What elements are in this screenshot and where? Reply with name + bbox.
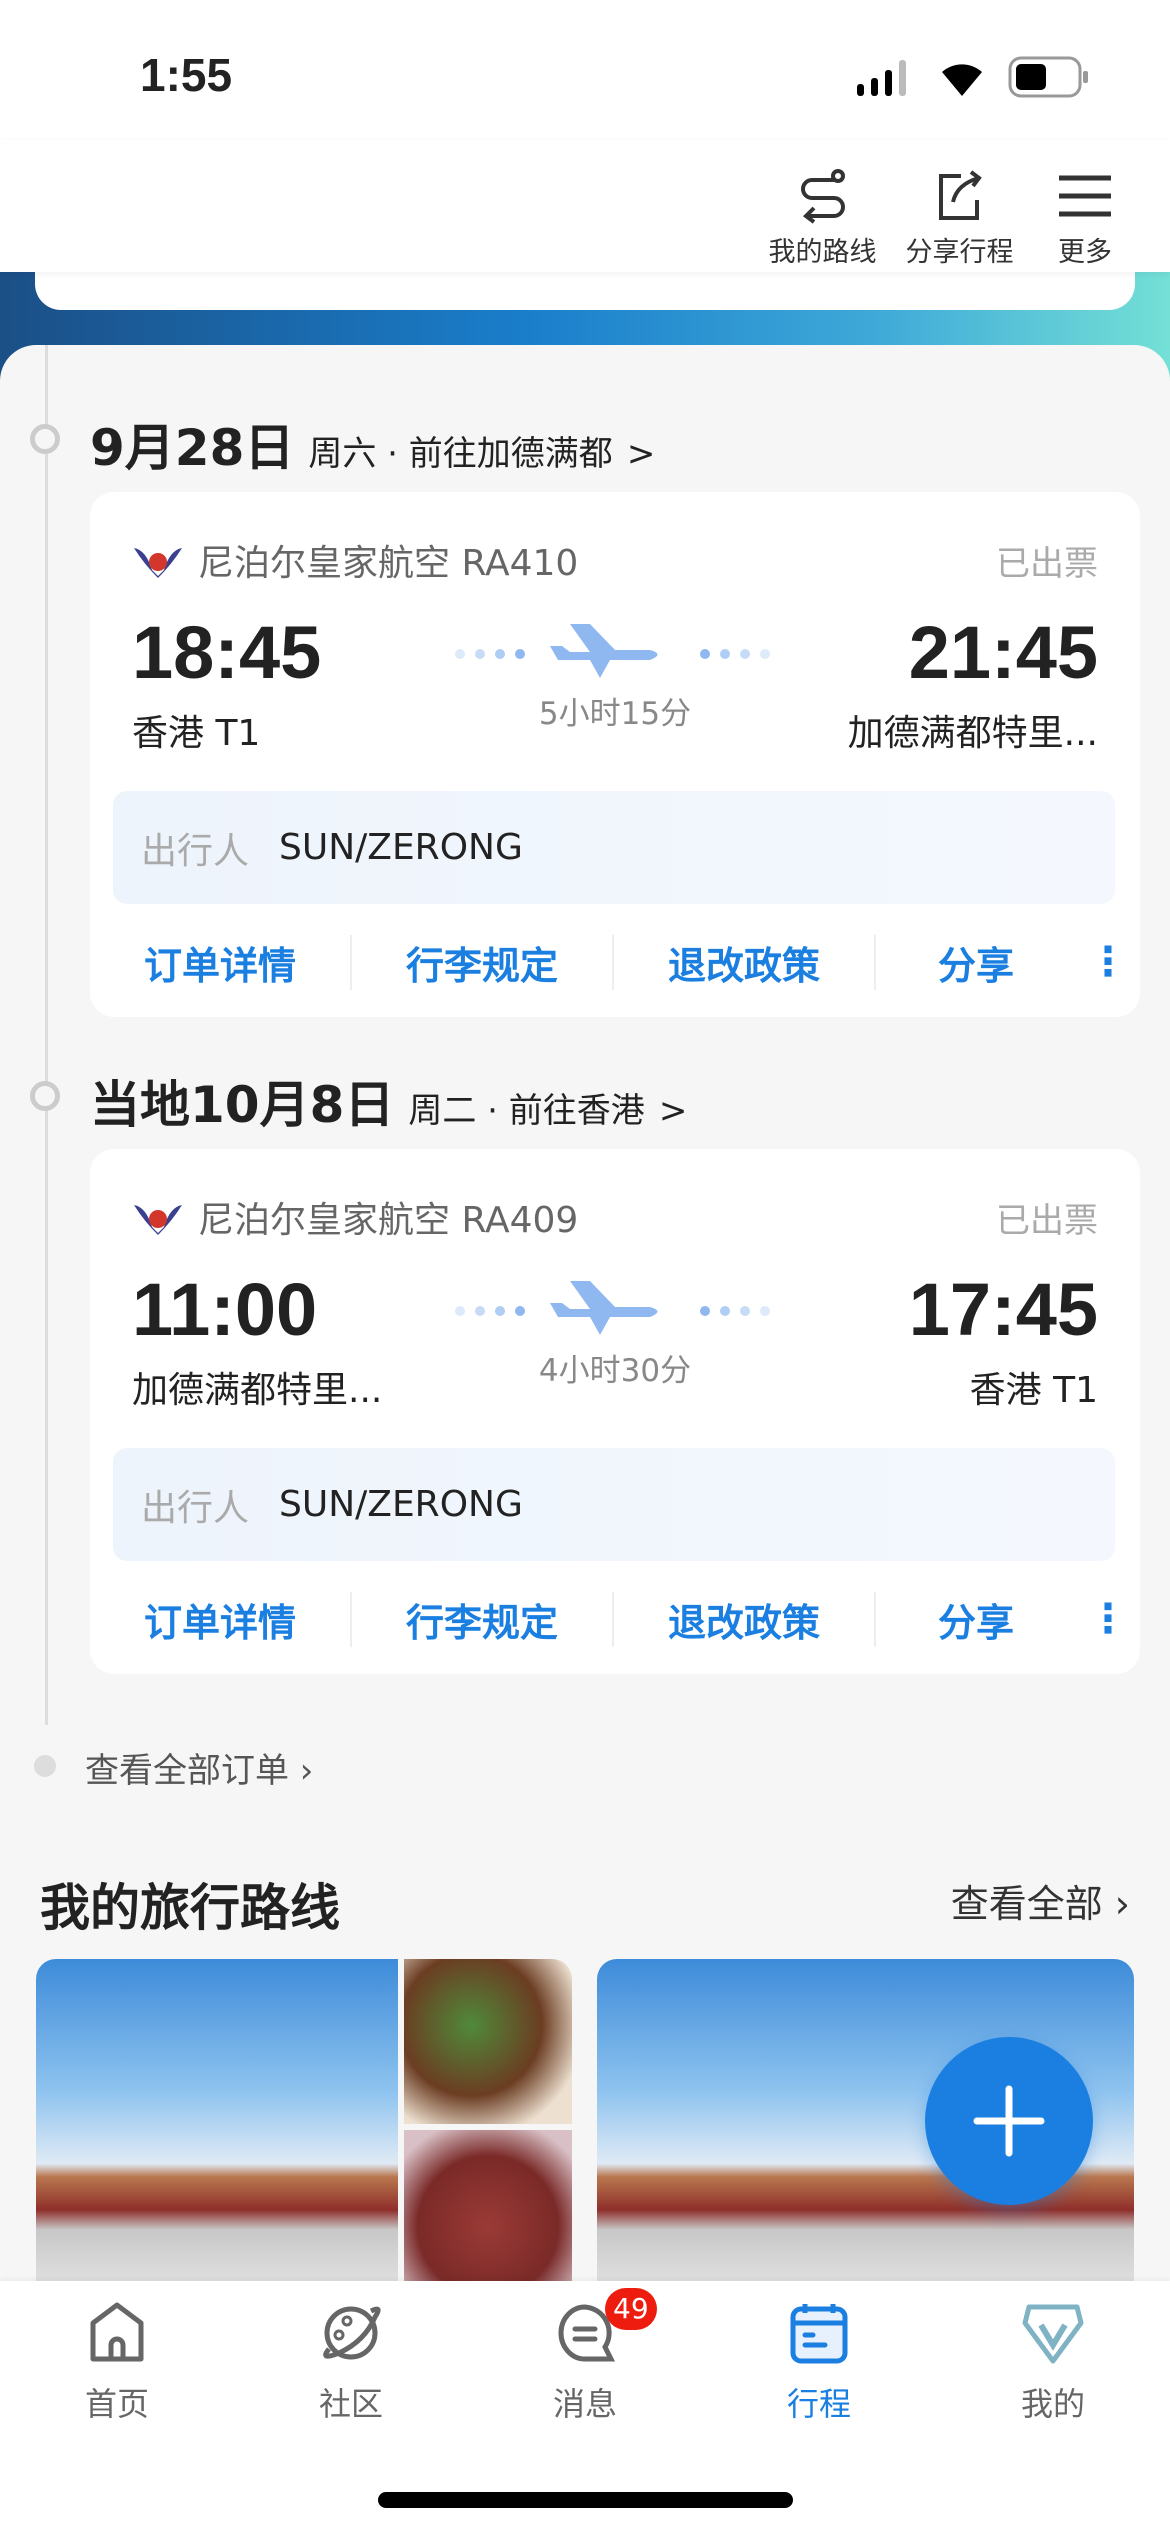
signal-icon xyxy=(855,58,915,98)
more-options-icon[interactable]: ⋮ xyxy=(1076,1596,1140,1642)
share-icon xyxy=(935,168,985,224)
flight-duration: 4小时30分 xyxy=(90,1345,1140,1390)
route-image-food[interactable] xyxy=(404,2130,572,2290)
route-image-temple[interactable] xyxy=(36,1959,398,2289)
share-button[interactable]: 分享 xyxy=(876,1592,1076,1647)
tab-home[interactable]: 首页 xyxy=(0,2301,234,2425)
timeline-dot xyxy=(30,1081,60,1111)
diamond-icon xyxy=(1021,2301,1085,2365)
flight-card[interactable]: 尼泊尔皇家航空 RA409 已出票 11:00 17:45 加德满都特里... … xyxy=(90,1149,1140,1674)
route-image-food[interactable] xyxy=(404,1959,572,2124)
arrival-time: 17:45 xyxy=(909,1267,1098,1352)
tab-profile[interactable]: 我的 xyxy=(936,2301,1170,2425)
top-nav: 我的路线 分享行程 更多 xyxy=(0,140,1170,272)
refund-policy-button[interactable]: 退改政策 xyxy=(614,935,876,990)
route-icon xyxy=(798,168,848,224)
ticket-status: 已出票 xyxy=(996,536,1098,585)
share-button[interactable]: 分享 xyxy=(876,935,1076,990)
status-time: 1:55 xyxy=(140,48,232,102)
plane-icon xyxy=(450,622,780,682)
tab-community[interactable]: 社区 xyxy=(234,2301,468,2425)
plus-icon xyxy=(925,2037,1093,2205)
wifi-icon xyxy=(940,58,984,98)
departure-time: 18:45 xyxy=(132,610,321,695)
ticket-status: 已出票 xyxy=(996,1193,1098,1242)
airline-logo-icon xyxy=(132,540,184,580)
home-icon xyxy=(87,2301,147,2365)
timeline-end-dot xyxy=(34,1755,56,1777)
battery-icon xyxy=(1008,56,1092,100)
tab-itinerary[interactable]: 行程 xyxy=(702,2301,936,2425)
more-options-icon[interactable]: ⋮ xyxy=(1076,939,1140,985)
arrival-time: 21:45 xyxy=(909,610,1098,695)
view-all-orders-link[interactable]: 查看全部订单 › xyxy=(85,1743,313,1792)
home-indicator[interactable] xyxy=(378,2492,793,2508)
order-details-button[interactable]: 订单详情 xyxy=(90,1592,352,1647)
timeline-dot xyxy=(30,424,60,454)
share-trip-button[interactable]: 分享行程 xyxy=(897,168,1022,269)
add-button[interactable] xyxy=(925,2037,1093,2205)
trip-date-header[interactable]: 9月28日周六 · 前往加德满都> xyxy=(90,408,655,480)
airline-logo-icon xyxy=(132,1197,184,1237)
order-details-button[interactable]: 订单详情 xyxy=(90,935,352,990)
more-button[interactable]: 更多 xyxy=(1040,168,1130,269)
routes-title: 我的旅行路线 xyxy=(40,1868,340,1940)
routes-view-all-link[interactable]: 查看全部 › xyxy=(951,1873,1130,1928)
trip-date-header[interactable]: 当地10月8日周二 · 前往香港> xyxy=(90,1065,687,1137)
planet-icon xyxy=(319,2301,383,2365)
calendar-icon xyxy=(787,2301,851,2365)
flight-card[interactable]: 尼泊尔皇家航空 RA410 已出票 18:45 21:45 香港 T1 加德满都… xyxy=(90,492,1140,1017)
message-badge: 49 xyxy=(605,2288,657,2330)
baggage-rules-button[interactable]: 行李规定 xyxy=(352,935,614,990)
refund-policy-button[interactable]: 退改政策 xyxy=(614,1592,876,1647)
my-route-button[interactable]: 我的路线 xyxy=(760,168,885,269)
departure-time: 11:00 xyxy=(132,1267,317,1352)
timeline-line xyxy=(45,345,48,1725)
status-bar: 1:55 xyxy=(0,0,1170,140)
flight-duration: 5小时15分 xyxy=(90,688,1140,733)
passenger-box: 出行人SUN/ZERONG xyxy=(113,791,1115,904)
plane-icon xyxy=(450,1279,780,1339)
menu-icon xyxy=(1057,168,1113,224)
tab-messages[interactable]: 消息 xyxy=(468,2301,702,2425)
passenger-box: 出行人SUN/ZERONG xyxy=(113,1448,1115,1561)
baggage-rules-button[interactable]: 行李规定 xyxy=(352,1592,614,1647)
